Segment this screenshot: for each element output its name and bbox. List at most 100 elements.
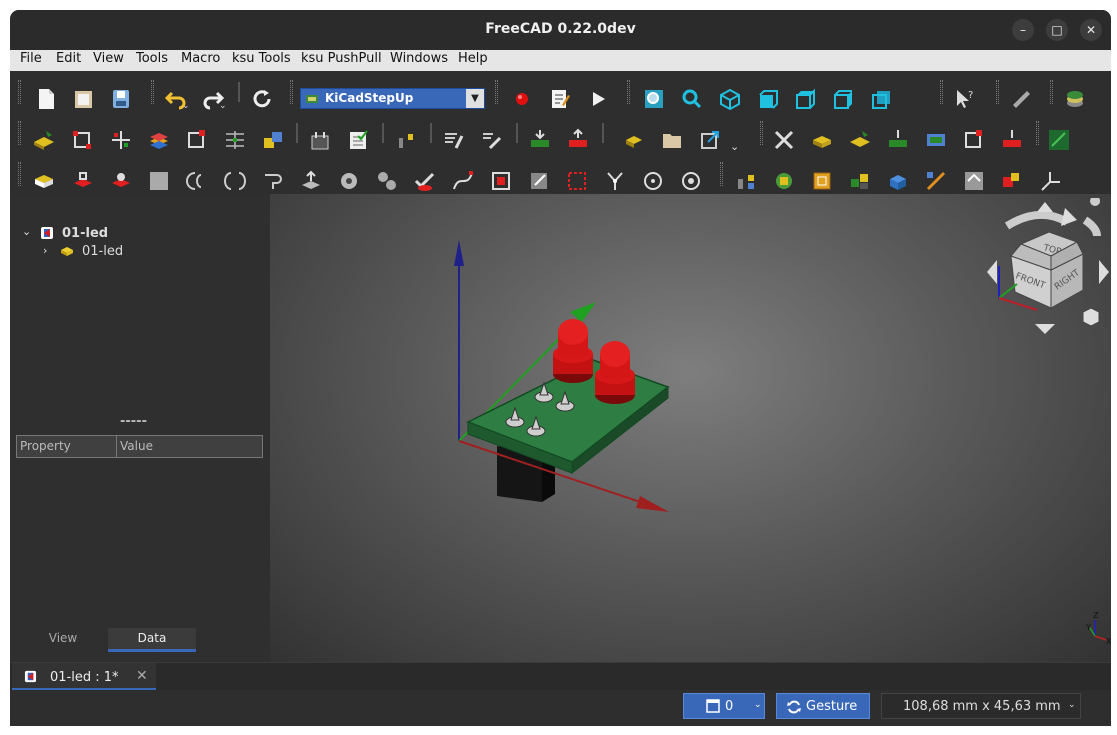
sync-icon[interactable] [924,128,948,152]
align-icon[interactable] [734,169,758,193]
grid-move-icon[interactable] [223,128,247,152]
arrow-down-icon[interactable] [1035,324,1055,334]
rotate-right-arrow-icon[interactable] [1082,216,1101,237]
menu-windows[interactable]: Windows [390,51,448,66]
refresh-icon[interactable] [250,87,274,111]
plane-icon[interactable] [147,169,171,193]
box-icon[interactable] [810,128,834,152]
edit-sketch-icon[interactable] [480,128,504,152]
model-3d-icon[interactable] [109,169,133,193]
edit-box-icon[interactable] [527,169,551,193]
arrow-left-icon[interactable] [987,260,997,284]
pcb-push-icon[interactable] [886,128,910,152]
menu-view[interactable]: View [93,51,124,66]
document-tab[interactable]: 01-led : 1* ✕ [12,663,156,691]
toolbar-grip[interactable] [1050,80,1053,104]
toolbar-grip[interactable] [18,80,21,104]
part-box-icon[interactable] [32,169,56,193]
footprint-3d-icon[interactable] [71,169,95,193]
mirror-icon[interactable] [109,128,133,152]
record-macro-icon[interactable] [510,87,534,111]
footprint-icon[interactable] [394,128,418,152]
offset-curve-icon[interactable] [261,169,285,193]
axis-cross-icon[interactable] [1038,169,1062,193]
whats-this-icon[interactable]: ? [953,87,977,111]
toolbar-grip[interactable] [760,121,763,145]
menu-ksu-pushpull[interactable]: ksu PushPull [301,51,382,66]
load-board-icon[interactable] [32,128,56,152]
toolbar-grip[interactable] [720,162,723,186]
measure-icon[interactable] [1009,87,1033,111]
folder-icon[interactable] [660,128,684,152]
sketch-export-icon[interactable] [962,128,986,152]
layers-icon[interactable] [1063,87,1087,111]
minimize-button[interactable]: – [1012,19,1034,41]
arcs-icon[interactable] [223,169,247,193]
check-geometry-icon[interactable] [413,169,437,193]
macro-editor-icon[interactable] [548,87,572,111]
cube-icon[interactable] [886,169,910,193]
tree-child-label[interactable]: 01-led [82,244,123,259]
toolbar-grip[interactable] [940,80,943,104]
assembly-icon[interactable] [848,169,872,193]
toolbar-grip[interactable] [627,80,630,104]
right-view-icon[interactable] [831,87,855,111]
maximize-button[interactable]: □ [1046,19,1068,41]
menu-help[interactable]: Help [458,51,488,66]
checklist-icon[interactable] [346,128,370,152]
gears-icon[interactable] [375,169,399,193]
extrude-icon[interactable] [299,169,323,193]
rotate-left-arrow-icon[interactable] [1004,210,1069,230]
pcb-layer-icon[interactable] [1047,128,1071,152]
fit-all-icon[interactable] [642,87,666,111]
navcube-body[interactable]: TOP FRONT RIGHT [1010,231,1084,309]
workbench-selector[interactable]: KiCadStepUp ▼ [300,88,485,109]
selection-box-icon[interactable] [489,169,513,193]
move-icon[interactable] [772,169,796,193]
menu-macro[interactable]: Macro [181,51,220,66]
arc-icon[interactable] [185,169,209,193]
sketch-tool-icon[interactable] [442,128,466,152]
bspline-icon[interactable] [451,169,475,193]
bounding-box-icon[interactable] [565,169,589,193]
dimensions-display[interactable]: 108,68 mm x 45,63 mm ⌄ [881,693,1081,719]
board-icon[interactable] [848,128,872,152]
front-view-icon[interactable] [756,87,780,111]
color-parts-icon[interactable] [1000,169,1024,193]
properties-icon[interactable] [308,128,332,152]
circle-point-icon[interactable] [679,169,703,193]
sketch-icon[interactable] [185,128,209,152]
fit-selection-icon[interactable] [680,87,704,111]
toolbar-grip[interactable] [1036,121,1039,145]
pull-pcb-icon[interactable] [566,128,590,152]
page-selector[interactable]: 0 ⌄ [683,693,765,719]
tab-data[interactable]: Data [108,625,196,652]
navcube-menu-icon[interactable] [1090,198,1101,206]
new-document-icon[interactable] [34,87,58,111]
menu-edit[interactable]: Edit [56,51,81,66]
arrow-right-icon[interactable] [1099,260,1109,284]
close-button[interactable]: ✕ [1080,19,1102,41]
toolbar-grip[interactable] [18,121,21,145]
isometric-view-icon[interactable] [718,87,742,111]
chevron-down-icon[interactable]: ▼ [466,89,484,108]
top-view-icon[interactable] [793,87,817,111]
toolbar-grip[interactable] [18,162,21,186]
load-step-icon[interactable] [622,128,646,152]
menu-file[interactable]: File [20,51,42,66]
tools-icon[interactable] [772,128,796,152]
push-pcb-icon[interactable] [528,128,552,152]
export-icon[interactable] [698,128,722,152]
close-icon[interactable]: ✕ [136,668,148,684]
toolbar-grip[interactable] [495,80,498,104]
vertex-icon[interactable] [603,169,627,193]
view-menu-cube-icon[interactable] [1082,307,1100,327]
open-document-icon[interactable] [72,87,96,111]
rear-view-icon[interactable] [869,87,893,111]
toolbar-grip[interactable] [290,80,293,104]
pcb-pull-icon[interactable] [1000,128,1024,152]
arrow-up-icon[interactable] [1037,202,1053,212]
run-macro-icon[interactable] [586,87,610,111]
fullscreen-icon[interactable] [962,169,986,193]
3d-viewport[interactable]: TOP FRONT RIGHT Z Y X [270,194,1111,662]
